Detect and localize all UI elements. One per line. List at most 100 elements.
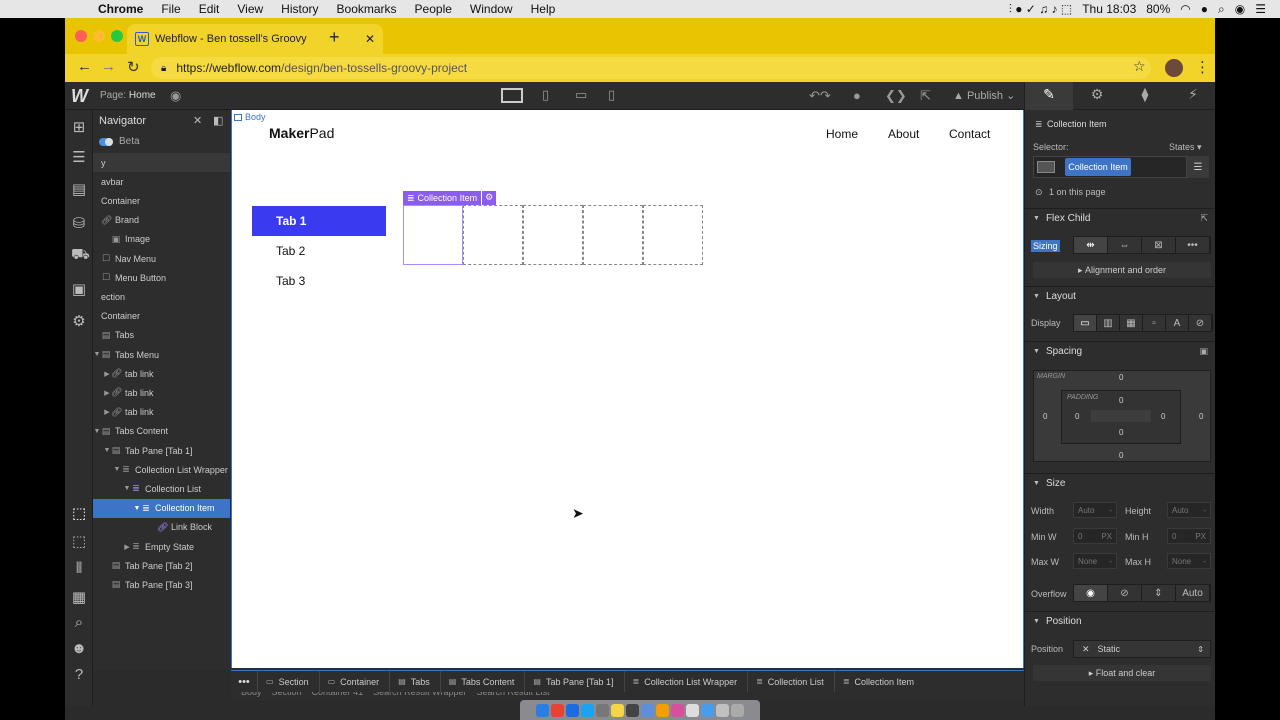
caret-right-icon[interactable]: ▶	[123, 543, 131, 551]
navigator-row[interactable]: ▼ ≣ Collection List Wrapper	[93, 460, 230, 479]
navigator-row[interactable]: 🔗︎ Link Block	[93, 518, 230, 537]
navigator-row[interactable]: avbar	[93, 172, 230, 191]
preview-eye-icon[interactable]: ◉	[170, 88, 181, 104]
sizing-shrink-icon[interactable]: ⇹	[1074, 237, 1108, 253]
selector-class-chip[interactable]: Collection Item	[1065, 158, 1131, 176]
pages-icon[interactable]: ▤	[71, 180, 87, 198]
selector-options-button[interactable]: ☰	[1187, 156, 1209, 178]
collection-item-tag[interactable]: ≣ Collection Item ⚙	[403, 191, 497, 205]
breadcrumb-item[interactable]: ▤ Tab Pane [Tab 1]	[524, 670, 623, 693]
window-zoom-button[interactable]	[111, 30, 123, 42]
body-element-tag[interactable]: Body	[234, 112, 266, 122]
menu-edit[interactable]: Edit	[199, 2, 220, 16]
caret-right-icon[interactable]: ▶	[103, 389, 111, 397]
padding-left[interactable]: 0	[1075, 412, 1079, 421]
navigator-row[interactable]: ▼ ▤ Tabs Menu	[93, 345, 230, 364]
display-block-icon[interactable]: ▭	[1074, 315, 1097, 331]
caret-down-icon[interactable]: ▼	[93, 428, 101, 435]
assets-icon[interactable]: ▣	[71, 280, 87, 298]
min-width-input[interactable]: 0 PX	[1073, 528, 1117, 544]
tablet-breakpoint-icon[interactable]: ▯	[542, 87, 549, 103]
app-dock-icon[interactable]	[656, 703, 669, 717]
alignment-order-toggle[interactable]: ▸ Alignment and order	[1033, 262, 1211, 278]
trash-dock-icon[interactable]	[731, 703, 744, 717]
window-minimize-button[interactable]	[93, 30, 105, 42]
section-size[interactable]: ▼ Size	[1025, 473, 1215, 493]
design-canvas[interactable]: Body MakerPad Home About Contact Tab 1 T…	[231, 110, 1024, 668]
collection-item[interactable]	[643, 205, 703, 265]
max-width-input[interactable]: None -	[1073, 553, 1117, 569]
navigator-row[interactable]: y	[93, 153, 230, 172]
menu-file[interactable]: File	[161, 2, 180, 16]
style-manager-icon[interactable]: ▦	[71, 588, 87, 606]
reload-icon[interactable]: ↻	[127, 58, 140, 76]
finder-dock-icon[interactable]	[536, 703, 549, 717]
padding-right[interactable]: 0	[1161, 412, 1165, 421]
caret-right-icon[interactable]: ▶	[103, 370, 111, 378]
section-spacing[interactable]: ▼ Spacing ▣	[1025, 341, 1215, 361]
expand-icon[interactable]: ⇱	[1200, 213, 1208, 224]
margin-right[interactable]: 0	[1199, 412, 1203, 421]
margin-left[interactable]: 0	[1043, 412, 1047, 421]
caret-down-icon[interactable]: ▼	[123, 485, 131, 492]
select-element-icon[interactable]: ⬚	[71, 504, 87, 522]
overflow-visible-eye-icon[interactable]: ◉	[1074, 585, 1108, 601]
menu-app-name[interactable]: Chrome	[98, 2, 143, 16]
navigator-row[interactable]: ▶ 🔗︎ tab link	[93, 383, 230, 402]
preview-mode-icon[interactable]: ⬚	[71, 532, 87, 550]
navigator-row[interactable]: ▤ Tab Pane [Tab 3]	[93, 575, 230, 594]
app-dock-icon[interactable]	[671, 703, 684, 717]
navigator-row[interactable]: ▼ ▤ Tabs Content	[93, 422, 230, 441]
width-input[interactable]: Auto -	[1073, 502, 1117, 518]
navigator-row[interactable]: Container	[93, 191, 230, 210]
display-grid-icon[interactable]: ▦	[1120, 315, 1143, 331]
menu-history[interactable]: History	[281, 2, 318, 16]
undo-icon[interactable]: ↶↷	[809, 88, 831, 104]
menu-help[interactable]: Help	[531, 2, 556, 16]
navigator-dock-icon[interactable]: ◧	[213, 114, 223, 127]
settings-gear-icon[interactable]: ⚙	[71, 312, 87, 330]
sizing-more-icon[interactable]: •••	[1176, 237, 1210, 253]
app-dock-icon[interactable]	[701, 703, 714, 717]
bookmark-star-icon[interactable]: ☆	[1133, 58, 1146, 75]
beta-toggle[interactable]: Beta	[99, 136, 140, 147]
search-icon[interactable]: ⌕	[71, 614, 87, 631]
new-tab-plus-icon[interactable]: +	[329, 27, 340, 48]
tab-link-3[interactable]: Tab 3	[276, 274, 305, 288]
add-panel-plus-icon[interactable]: ⊞	[71, 118, 87, 136]
nav-link-home[interactable]: Home	[826, 127, 858, 141]
window-close-button[interactable]	[75, 30, 87, 42]
min-height-input[interactable]: 0 PX	[1167, 528, 1211, 544]
menu-window[interactable]: Window	[470, 2, 513, 16]
navigator-row[interactable]: ▤ Tabs	[93, 326, 230, 345]
notes-dock-icon[interactable]	[611, 703, 624, 717]
caret-down-icon[interactable]: ▼	[103, 447, 111, 454]
float-clear-toggle[interactable]: ▸ Float and clear	[1033, 665, 1211, 681]
battery-level[interactable]: 80%	[1146, 2, 1170, 16]
navigator-row[interactable]: ection	[93, 287, 230, 306]
notification-center-icon[interactable]: ☰	[1255, 2, 1266, 16]
breadcrumb-item[interactable]: ▤ Tabs	[389, 670, 440, 693]
collection-item[interactable]	[523, 205, 583, 265]
max-height-input[interactable]: None -	[1167, 553, 1211, 569]
breadcrumb-item[interactable]: ≣ Collection Item	[833, 670, 924, 693]
export-icon[interactable]: ⇱	[920, 88, 931, 104]
collection-settings-gear-icon[interactable]: ⚙	[482, 191, 497, 205]
code-icon[interactable]: ❮❯	[885, 88, 907, 104]
navigator-row[interactable]: ▶ ≣ Empty State	[93, 537, 230, 556]
spacing-expand-icon[interactable]: ▣	[1199, 346, 1208, 357]
navigator-row[interactable]: ☐ Menu Button	[93, 268, 230, 287]
navigator-row[interactable]: 🔗︎ Brand	[93, 211, 230, 230]
caret-right-icon[interactable]: ▶	[103, 408, 111, 416]
navigator-row[interactable]: Container	[93, 307, 230, 326]
navigator-close-icon[interactable]: ✕	[193, 114, 202, 127]
tab-link-2[interactable]: Tab 2	[276, 244, 305, 258]
help-icon[interactable]: ?	[71, 666, 87, 683]
navigator-row[interactable]: ▶ 🔗︎ tab link	[93, 364, 230, 383]
comments-icon[interactable]: ●	[853, 88, 861, 103]
tab-close-icon[interactable]: ✕	[365, 32, 375, 46]
page-selector[interactable]: Page: Home	[100, 90, 156, 101]
safari-dock-icon[interactable]	[596, 703, 609, 717]
twitter-dock-icon[interactable]	[581, 703, 594, 717]
webflow-logo-icon[interactable]: W	[71, 86, 88, 107]
